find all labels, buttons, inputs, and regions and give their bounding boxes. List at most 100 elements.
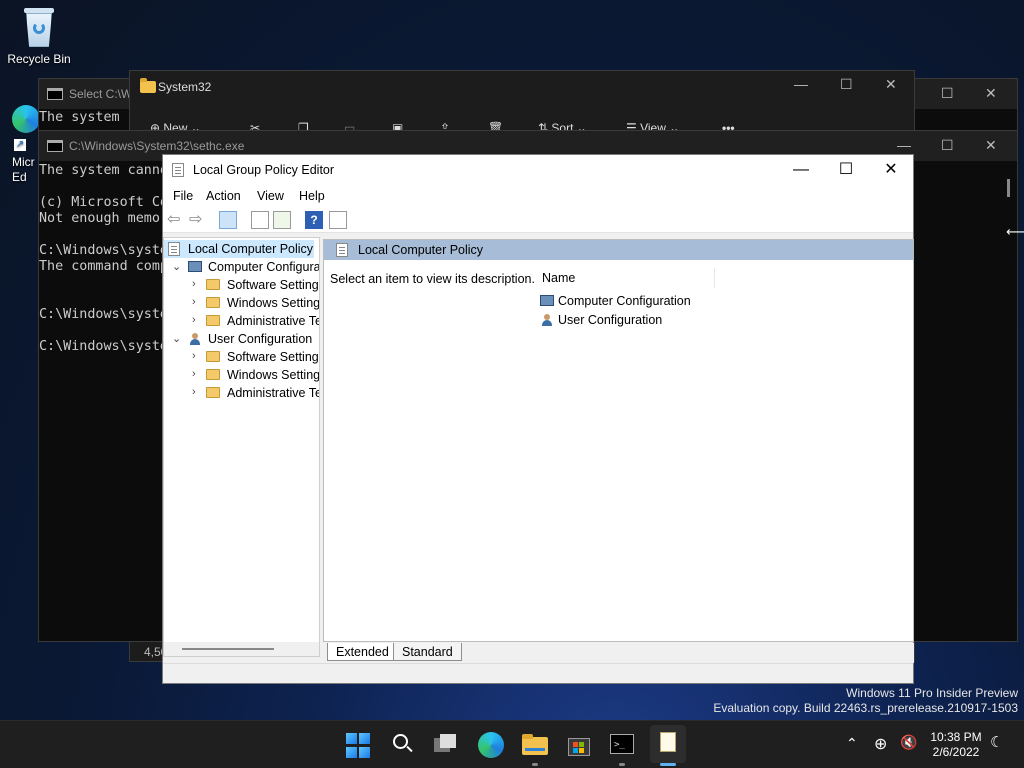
cmd-icon bbox=[47, 140, 63, 152]
show-hidden-icons-chevron-up-icon[interactable]: ⌃ bbox=[846, 735, 858, 752]
tree-item-software-settings[interactable]: › Software Settings bbox=[164, 348, 319, 366]
tree-item-label: Administrative Te bbox=[227, 314, 320, 328]
microsoft-store-taskbar-icon[interactable] bbox=[566, 732, 592, 758]
tree-horizontal-scrollbar[interactable] bbox=[164, 642, 319, 656]
chevron-down-icon[interactable]: ⌄ bbox=[172, 260, 181, 273]
menu-file[interactable]: File bbox=[173, 189, 193, 203]
cmd-line: Not enough memor bbox=[39, 211, 168, 226]
folder-icon bbox=[140, 78, 156, 93]
group-policy-editor-window[interactable]: Local Group Policy Editor — ☐ ✕ File Act… bbox=[162, 154, 914, 684]
maximize-icon[interactable]: ☐ bbox=[840, 76, 853, 93]
filter-icon[interactable] bbox=[329, 211, 347, 229]
tab-standard[interactable]: Standard bbox=[393, 643, 462, 661]
chevron-right-icon[interactable]: › bbox=[192, 350, 196, 362]
properties-icon[interactable] bbox=[251, 211, 269, 229]
folder-icon bbox=[206, 315, 220, 326]
start-button[interactable] bbox=[346, 733, 372, 759]
folder-icon bbox=[206, 279, 220, 290]
edge-label: Micr Ed bbox=[12, 155, 35, 184]
policy-app-icon bbox=[172, 163, 184, 177]
close-icon[interactable]: ✕ bbox=[885, 76, 897, 93]
explorer-titlebar[interactable]: System32 — ☐ ✕ bbox=[130, 71, 914, 103]
cmd-back-line: The system bbox=[39, 110, 120, 125]
export-list-icon[interactable] bbox=[273, 211, 291, 229]
taskbar: >_ ⌃ ⊕ 🔇 10:38 PM 2/6/2022 ☾ bbox=[0, 720, 1024, 768]
tree-item-software-settings[interactable]: › Software Settings bbox=[164, 276, 320, 294]
menu-view[interactable]: View bbox=[257, 189, 284, 203]
mouse-cursor-icon: ⟵ bbox=[1006, 224, 1024, 239]
chevron-right-icon[interactable]: › bbox=[192, 296, 196, 308]
recycle-bin-label: Recycle Bin bbox=[7, 52, 71, 66]
chevron-right-icon[interactable]: › bbox=[192, 314, 196, 326]
file-explorer-taskbar-icon[interactable] bbox=[522, 734, 548, 760]
chevron-right-icon[interactable]: › bbox=[192, 386, 196, 398]
minimize-icon[interactable]: — bbox=[897, 137, 911, 153]
network-globe-icon[interactable]: ⊕ bbox=[874, 734, 887, 754]
tree-item-label: Administrative Te bbox=[227, 386, 320, 400]
minimize-button[interactable]: — bbox=[778, 155, 824, 185]
edge-shortcut-arrow-icon: ↗ bbox=[14, 139, 26, 151]
close-icon[interactable]: ✕ bbox=[985, 137, 997, 154]
tree-item-administrative-templates[interactable]: › Administrative Te bbox=[164, 312, 320, 330]
computer-icon bbox=[540, 295, 554, 306]
maximize-icon[interactable]: ☐ bbox=[941, 137, 954, 154]
computer-icon bbox=[188, 261, 202, 272]
search-icon[interactable] bbox=[390, 731, 416, 757]
close-icon[interactable]: ✕ bbox=[985, 85, 997, 102]
tree-item-windows-settings[interactable]: › Windows Setting bbox=[164, 294, 319, 312]
maximize-icon[interactable]: ☐ bbox=[941, 85, 954, 102]
chevron-right-icon[interactable]: › bbox=[192, 368, 196, 380]
gpe-titlebar[interactable]: Local Group Policy Editor — ☐ ✕ bbox=[163, 155, 913, 185]
tree-item-label: Software Settings bbox=[227, 278, 320, 292]
maximize-button[interactable]: ☐ bbox=[823, 155, 869, 185]
list-item-user-configuration[interactable]: User Configuration bbox=[540, 311, 710, 329]
tree-item-user-configuration[interactable]: ⌄ User Configuration bbox=[164, 330, 319, 348]
forward-arrow-icon[interactable]: ⇨ bbox=[189, 211, 207, 229]
user-icon bbox=[189, 333, 201, 345]
notifications-moon-icon[interactable]: ☾ bbox=[990, 733, 1003, 751]
tree-item-windows-settings[interactable]: › Windows Setting bbox=[164, 366, 319, 384]
list-item-computer-configuration[interactable]: Computer Configuration bbox=[540, 292, 710, 310]
policy-tree: Local Computer Policy ⌄ Computer Configu… bbox=[163, 237, 320, 657]
tree-item-computer-configuration[interactable]: ⌄ Computer Configura bbox=[164, 258, 319, 276]
cmd-front-title: C:\Windows\System32\sethc.exe bbox=[69, 139, 245, 153]
show-hide-tree-icon[interactable] bbox=[219, 211, 237, 229]
back-arrow-icon[interactable]: ⇦ bbox=[167, 211, 185, 229]
gpedit-active-indicator bbox=[660, 763, 676, 766]
volume-muted-icon[interactable]: 🔇 bbox=[900, 734, 917, 751]
cmd-line: The system canno bbox=[39, 163, 168, 178]
menu-action[interactable]: Action bbox=[206, 189, 241, 203]
recycle-bin-desktop-icon[interactable]: Recycle Bin bbox=[1, 8, 77, 66]
menu-help[interactable]: Help bbox=[299, 189, 325, 203]
minimize-icon[interactable]: — bbox=[794, 76, 808, 92]
status-bar bbox=[163, 663, 913, 683]
cmd-line: C:\Windows\syste bbox=[39, 307, 168, 322]
folder-icon bbox=[206, 387, 220, 398]
cmd-taskbar-icon[interactable]: >_ bbox=[610, 734, 636, 760]
details-pane: Local Computer Policy Select an item to … bbox=[323, 239, 914, 642]
cmd-line: The command comp bbox=[39, 259, 168, 274]
clock[interactable]: 10:38 PM 2/6/2022 bbox=[924, 730, 988, 760]
tree-item-label: Local Computer Policy bbox=[188, 242, 314, 256]
edge-desktop-icon[interactable]: ↗ Micr Ed bbox=[12, 105, 40, 185]
tab-extended[interactable]: Extended bbox=[327, 643, 398, 661]
chevron-down-icon[interactable]: ⌄ bbox=[172, 332, 181, 345]
edge-icon bbox=[12, 105, 40, 133]
tree-item-local-computer-policy[interactable]: Local Computer Policy bbox=[164, 240, 314, 258]
user-icon bbox=[541, 314, 553, 326]
chevron-right-icon[interactable]: › bbox=[192, 278, 196, 290]
cmd-scrollbar-thumb[interactable] bbox=[1007, 179, 1010, 197]
explorer-running-indicator bbox=[532, 763, 538, 766]
edge-taskbar-icon[interactable] bbox=[478, 732, 504, 758]
task-view-icon[interactable] bbox=[434, 734, 460, 760]
column-header-name[interactable]: Name bbox=[535, 268, 715, 288]
scrollbar-thumb[interactable] bbox=[182, 648, 274, 650]
tree-item-administrative-templates[interactable]: › Administrative Te bbox=[164, 384, 320, 402]
column-header-label: Name bbox=[542, 271, 576, 285]
menu-bar: File Action View Help bbox=[163, 185, 913, 207]
gpedit-taskbar-icon[interactable] bbox=[650, 725, 686, 763]
close-button[interactable]: ✕ bbox=[868, 155, 914, 185]
gpe-toolbar: ⇦ ⇨ ? bbox=[163, 207, 913, 233]
help-icon[interactable]: ? bbox=[305, 211, 323, 229]
folder-icon bbox=[206, 369, 220, 380]
